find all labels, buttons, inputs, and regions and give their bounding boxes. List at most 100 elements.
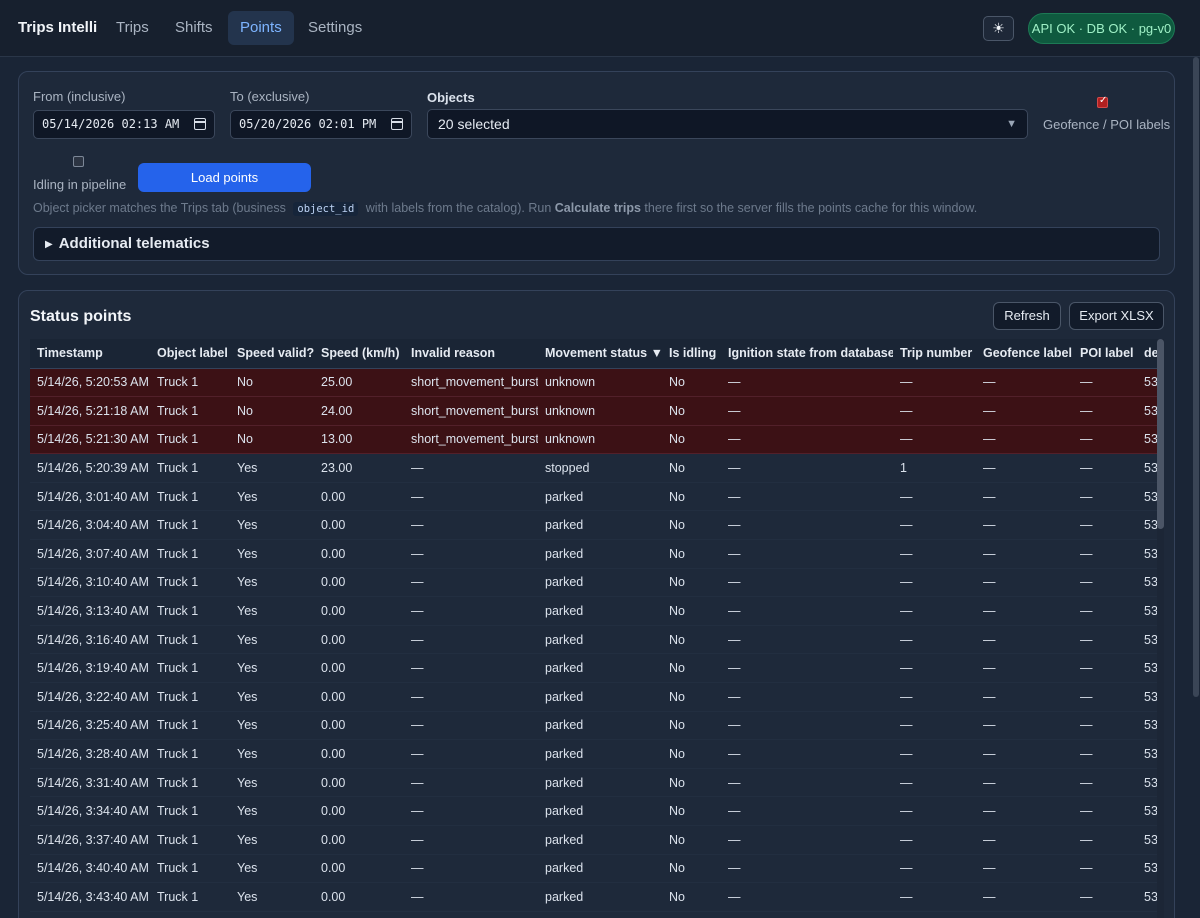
nav-tab-points[interactable]: Points	[228, 11, 294, 45]
table-row: 5/14/26, 3:31:40 AM Truck 1 Yes 0.00— parked…	[30, 768, 1158, 798]
table-cell: Truck 1	[150, 682, 230, 712]
export-xlsx-button[interactable]: Export XLSX	[1069, 302, 1164, 330]
table-cell: 0.00	[314, 711, 404, 741]
table-cell: parked	[538, 796, 662, 826]
additional-telematics-label: Additional telematics	[58, 235, 210, 252]
table-cell: —	[976, 568, 1073, 598]
table-cell: —	[404, 768, 538, 798]
from-datetime-input[interactable]: 05/14/2026 02:13 AM	[33, 110, 215, 139]
table-cell: parked	[538, 653, 662, 684]
table-cell: No	[662, 396, 721, 426]
table-cell: No	[662, 768, 721, 798]
table-cell: —	[976, 825, 1073, 855]
nav-tab-shifts[interactable]: Shifts	[163, 11, 225, 45]
column-header: Is idling	[662, 339, 721, 369]
nav-tab-trips[interactable]: Trips	[104, 11, 161, 45]
table-cell: Truck 1	[150, 510, 230, 541]
table-cell: —	[1073, 482, 1137, 512]
table-cell: 53	[1137, 453, 1158, 483]
table-cell: —	[1073, 796, 1137, 826]
table-row: 5/14/26, 5:20:39 AM Truck 1 Yes 23.00— stopp…	[30, 453, 1158, 483]
page-scrollbar[interactable]	[1193, 57, 1200, 918]
dropdown-caret-icon: ▼	[1006, 118, 1017, 130]
table-cell: 5/14/26, 5:20:39 AM	[30, 453, 150, 483]
table-cell: No	[662, 368, 721, 398]
column-header[interactable]: Movement status ▼	[538, 339, 662, 369]
table-cell: parked	[538, 510, 662, 541]
table-cell: —	[721, 739, 893, 769]
refresh-button[interactable]: Refresh	[993, 302, 1061, 330]
table-cell: Truck 1	[150, 568, 230, 598]
table-cell: —	[404, 510, 538, 541]
table-cell: —	[1073, 682, 1137, 712]
table-cell: —	[1073, 825, 1137, 855]
table-cell: No	[662, 739, 721, 769]
top-navbar: Trips Intelli Trips Shifts Points Settin…	[0, 0, 1200, 57]
table-cell: 0.00	[314, 625, 404, 655]
column-header: de	[1137, 339, 1158, 369]
table-cell: —	[976, 539, 1073, 569]
table-cell: 53	[1137, 854, 1158, 884]
table-cell: —	[893, 425, 976, 455]
table-cell: —	[976, 425, 1073, 455]
table-cell: 23.00	[314, 453, 404, 483]
theme-toggle-button[interactable]: ☀	[983, 16, 1014, 41]
calendar-icon	[391, 118, 403, 130]
table-cell: 53	[1137, 425, 1158, 455]
table-cell: —	[404, 739, 538, 769]
table-row: 5/14/26, 3:22:40 AM Truck 1 Yes 0.00— parked…	[30, 682, 1158, 712]
table-cell: —	[1073, 882, 1137, 912]
table-cell: 53	[1137, 796, 1158, 826]
column-header: Speed valid?	[230, 339, 314, 369]
table-cell: 5/14/26, 3:04:40 AM	[30, 510, 150, 541]
table-cell: —	[976, 711, 1073, 741]
table-cell: Truck 1	[150, 768, 230, 798]
table-cell: —	[1073, 854, 1137, 884]
status-points-table: Timestamp Object label Speed valid? Speed (…	[30, 339, 1158, 912]
page-scrollbar-thumb[interactable]	[1193, 57, 1199, 697]
table-cell: 24.00	[314, 396, 404, 426]
table-cell: 0.00	[314, 682, 404, 712]
objects-select-value: 20 selected	[438, 116, 510, 132]
table-cell: 5/14/26, 5:20:53 AM	[30, 368, 150, 398]
table-cell: 5/14/26, 3:10:40 AM	[30, 568, 150, 598]
table-cell: —	[721, 396, 893, 426]
table-cell: Truck 1	[150, 796, 230, 826]
table-scrollbar-thumb[interactable]	[1157, 339, 1164, 529]
table-cell: 0.00	[314, 482, 404, 512]
table-cell: —	[404, 568, 538, 598]
table-cell: 13.00	[314, 425, 404, 455]
table-cell: 0.00	[314, 825, 404, 855]
table-cell: Truck 1	[150, 482, 230, 512]
load-points-button[interactable]: Load points	[138, 163, 311, 192]
table-cell: Truck 1	[150, 653, 230, 684]
table-scrollbar[interactable]	[1157, 339, 1164, 918]
table-cell: —	[893, 882, 976, 912]
table-cell: 53	[1137, 482, 1158, 512]
table-row: 5/14/26, 3:19:40 AM Truck 1 Yes 0.00— parked…	[30, 653, 1158, 684]
idling-pipeline-checkbox[interactable]	[73, 156, 84, 167]
table-cell: 5/14/26, 5:21:18 AM	[30, 396, 150, 426]
objects-select[interactable]: 20 selected ▼	[427, 109, 1028, 139]
status-points-panel: Status points Refresh Export XLSX Timest…	[18, 290, 1175, 918]
table-cell: Truck 1	[150, 854, 230, 884]
additional-telematics-toggle[interactable]: ▶ Additional telematics	[33, 227, 1160, 261]
table-cell: Yes	[230, 768, 314, 798]
table-row: 5/14/26, 3:07:40 AM Truck 1 Yes 0.00— parked…	[30, 539, 1158, 569]
to-datetime-input[interactable]: 05/20/2026 02:01 PM	[230, 110, 412, 139]
table-cell: —	[1073, 425, 1137, 455]
hint-text-2: with labels from the catalog). Run	[365, 201, 552, 215]
table-row: 5/14/26, 3:13:40 AM Truck 1 Yes 0.00— parked…	[30, 596, 1158, 626]
column-header: Ignition state from database	[721, 339, 893, 369]
column-header: Invalid reason	[404, 339, 538, 369]
table-row: 5/14/26, 3:34:40 AM Truck 1 Yes 0.00— parked…	[30, 796, 1158, 826]
table-cell: Truck 1	[150, 625, 230, 655]
table-cell: parked	[538, 825, 662, 855]
table-cell: —	[721, 796, 893, 826]
health-status-badge: API OK · DB OK · pg-v0	[1028, 13, 1175, 44]
column-header: Trip number	[893, 339, 976, 369]
app-brand: Trips Intelli	[18, 19, 98, 36]
table-cell: 0.00	[314, 510, 404, 541]
geofence-poi-checkbox[interactable]	[1097, 95, 1108, 108]
nav-tab-settings[interactable]: Settings	[296, 11, 374, 45]
